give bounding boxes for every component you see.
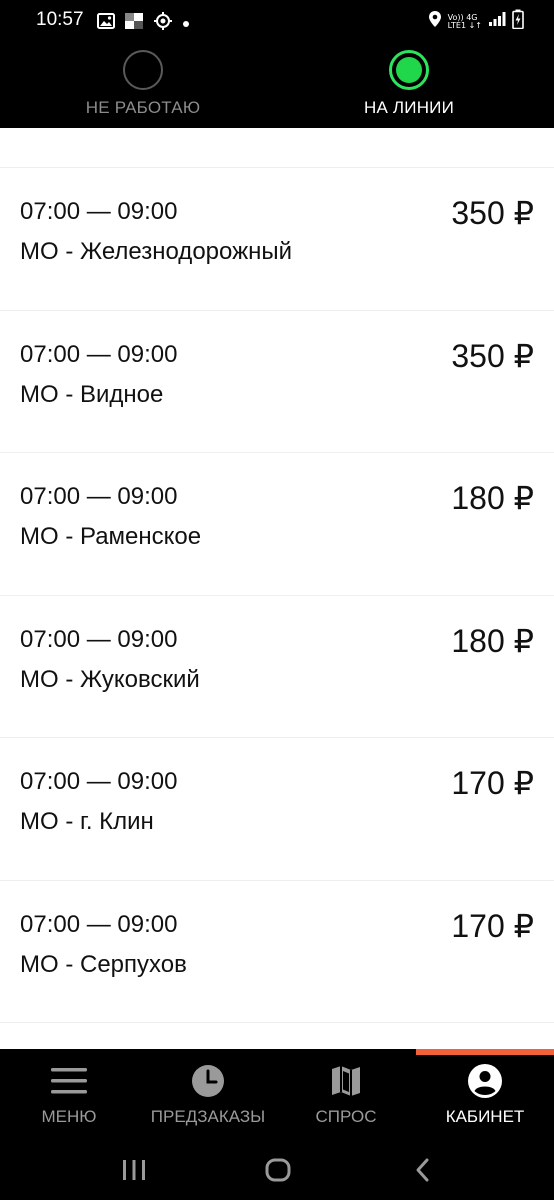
preorders-list[interactable]: 07:00 — 09:00 МО - Железнодорожный 350 ₽… <box>0 128 554 1049</box>
status-on-label: НА ЛИНИИ <box>363 98 455 117</box>
order-price: 350 ₽ <box>451 195 534 231</box>
tab-cabinet[interactable]: КАБИНЕТ <box>416 1049 554 1141</box>
order-price: 180 ₽ <box>451 480 534 516</box>
order-time: 07:00 — 09:00 <box>20 340 178 368</box>
tab-menu-label: МЕНЮ <box>41 1107 97 1126</box>
tab-preorders-label: ПРЕДЗАКАЗЫ <box>150 1107 266 1126</box>
order-price: 350 ₽ <box>451 337 534 374</box>
work-status-header: НЕ РАБОТАЮ НА ЛИНИИ <box>0 42 554 128</box>
menu-icon <box>50 1063 88 1099</box>
order-time: 07:00 — 09:00 <box>20 625 178 653</box>
order-time: 07:00 — 09:00 <box>20 910 178 938</box>
order-item[interactable]: 07:00 — 09:00 МО - Раменское 180 ₽ <box>0 453 554 596</box>
status-bar: 10:57 Vo)) 4G LTE1 ↓↑ <box>0 0 554 42</box>
back-button[interactable] <box>412 1155 432 1185</box>
tab-demand-label: СПРОС <box>315 1107 377 1126</box>
status-time: 10:57 <box>36 9 84 30</box>
order-item[interactable]: 07:00 — 09:00 МО - г. Клин 170 ₽ <box>0 738 554 881</box>
order-time: 07:00 — 09:00 <box>20 198 178 225</box>
status-on-circle-icon <box>389 50 429 90</box>
order-item[interactable]: 07:00 — 09:00 МО - Видное 350 ₽ <box>0 311 554 453</box>
app-icon <box>124 12 144 35</box>
order-item[interactable]: 07:00 — 09:00 МО - Жуковский 180 ₽ <box>0 596 554 738</box>
tab-cabinet-label: КАБИНЕТ <box>445 1107 525 1126</box>
order-place: МО - Раменское <box>20 523 202 550</box>
order-place: МО - г. Клин <box>20 808 154 835</box>
order-place: МО - Видное <box>20 380 164 408</box>
status-option-on[interactable]: НА ЛИНИИ <box>309 50 509 118</box>
status-option-off[interactable]: НЕ РАБОТАЮ <box>43 50 243 118</box>
order-item[interactable]: 07:00 — 09:00 МО - Железнодорожный 350 ₽ <box>0 168 554 311</box>
list-top-spacer <box>0 128 554 168</box>
location-pin-icon <box>428 10 442 33</box>
status-off-circle-icon <box>123 50 163 90</box>
bottom-tab-bar: МЕНЮ ПРЕДЗАКАЗЫ СПРОС КАБИНЕТ <box>0 1049 554 1141</box>
order-item[interactable]: 07:00 — 09:00 МО - Серпухов 170 ₽ <box>0 881 554 1023</box>
clock-icon <box>189 1063 227 1099</box>
order-place: МО - Серпухов <box>20 950 187 978</box>
system-icons: Vo)) 4G LTE1 ↓↑ <box>428 9 524 34</box>
order-price: 170 ₽ <box>451 907 534 944</box>
tab-demand[interactable]: СПРОС <box>277 1049 415 1141</box>
tab-menu[interactable]: МЕНЮ <box>0 1049 138 1141</box>
order-time: 07:00 — 09:00 <box>20 483 178 510</box>
home-button[interactable] <box>263 1155 293 1185</box>
battery-charging-icon <box>512 9 524 34</box>
image-icon <box>97 13 115 34</box>
order-place: МО - Жуковский <box>20 665 200 693</box>
map-icon <box>327 1063 365 1099</box>
status-off-label: НЕ РАБОТАЮ <box>85 98 201 117</box>
recent-apps-button[interactable] <box>120 1155 148 1185</box>
network-indicator: Vo)) 4G LTE1 ↓↑ <box>447 12 482 30</box>
order-price: 170 ₽ <box>451 765 534 801</box>
system-navigation-bar <box>0 1141 554 1200</box>
order-price: 180 ₽ <box>451 622 534 659</box>
order-place: МО - Железнодорожный <box>20 238 293 265</box>
account-icon <box>466 1063 504 1099</box>
notification-icons <box>97 11 190 36</box>
signal-icon <box>488 11 506 32</box>
location-target-icon <box>153 11 173 36</box>
tab-preorders[interactable]: ПРЕДЗАКАЗЫ <box>139 1049 277 1141</box>
order-time: 07:00 — 09:00 <box>20 768 178 795</box>
more-notifications-dot-icon <box>182 15 190 33</box>
